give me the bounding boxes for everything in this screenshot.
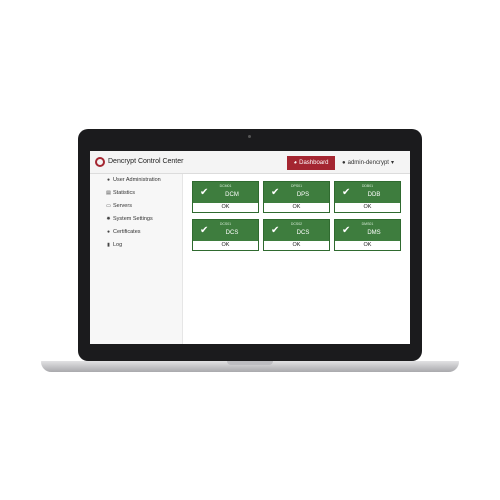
sidebar-item-statistics[interactable]: ▤ Statistics [106,190,135,196]
gear-icon: ✹ [106,216,111,222]
user-icon: ● [342,159,346,166]
tile-status: OK [335,241,400,250]
sidebar-item-label: Servers [113,203,132,209]
dashboard-label: Dashboard [299,160,329,166]
checkmark-icon: ✔ [271,225,280,236]
tile-status: OK [264,203,329,212]
user-menu[interactable]: ● admin-dencrypt ▾ [342,159,394,167]
tile-name: DCM [225,192,239,198]
server-icon: ▭ [106,203,111,209]
tile-name: DPS [296,192,310,198]
service-tile-dcs02[interactable]: DCS02 ✔ DCS OK [263,219,330,251]
sidebar-item-servers[interactable]: ▭ Servers [106,203,132,209]
tile-status: OK [335,203,400,212]
checkmark-icon: ✔ [200,187,209,198]
logo-icon[interactable] [95,157,105,167]
user-name: admin-dencrypt [347,159,389,166]
sidebar-item-log[interactable]: ▮ Log [106,242,122,248]
sidebar: ● User Administration ▤ Statistics ▭ Ser… [90,174,183,344]
checkmark-icon: ✔ [200,225,209,236]
laptop-notch [227,361,273,365]
checkmark-icon: ✔ [271,187,280,198]
service-tile-dms01[interactable]: DMS01 ✔ DMS OK [334,219,401,251]
sidebar-item-label: Statistics [113,190,136,196]
sidebar-item-label: System Settings [113,216,153,222]
certificate-icon: ● [106,229,111,235]
sidebar-item-label: Log [113,242,123,248]
tile-status: OK [193,241,258,250]
bar-chart-icon: ▤ [106,190,111,196]
chevron-down-icon: ▾ [390,160,394,166]
service-tile-dps01[interactable]: DPS01 ✔ DPS OK [263,181,330,213]
service-tile-dcs01[interactable]: DCS01 ✔ DCS OK [192,219,259,251]
service-tile-ddb01[interactable]: DDB01 ✔ DDB OK [334,181,401,213]
tile-status: OK [264,241,329,250]
tile-name: DMS [367,230,381,236]
speedometer-icon: ◕ [293,160,298,166]
app-title[interactable]: Dencrypt Control Center [108,158,183,165]
tile-status: OK [193,203,258,212]
sidebar-item-label: Certificates [113,229,141,235]
checkmark-icon: ✔ [342,225,351,236]
sidebar-item-certificates[interactable]: ● Certificates [106,229,141,235]
dashboard-button[interactable]: ◕ Dashboard [287,156,335,170]
sidebar-item-label: User Administration [113,177,161,183]
app-screen: Dencrypt Control Center ◕ Dashboard ● ad… [90,151,410,344]
sidebar-item-user-administration[interactable]: ● User Administration [106,177,161,183]
camera [248,135,251,138]
sidebar-item-system-settings[interactable]: ✹ System Settings [106,216,153,222]
top-bar: Dencrypt Control Center ◕ Dashboard ● ad… [90,151,410,174]
user-icon: ● [106,177,111,183]
tile-name: DDB [367,192,381,198]
tile-name: DCS [296,230,310,236]
service-tile-dcm01[interactable]: DCM01 ✔ DCM OK [192,181,259,213]
document-icon: ▮ [107,242,110,248]
checkmark-icon: ✔ [342,187,351,198]
laptop-base [41,361,459,372]
tile-name: DCS [225,230,239,236]
